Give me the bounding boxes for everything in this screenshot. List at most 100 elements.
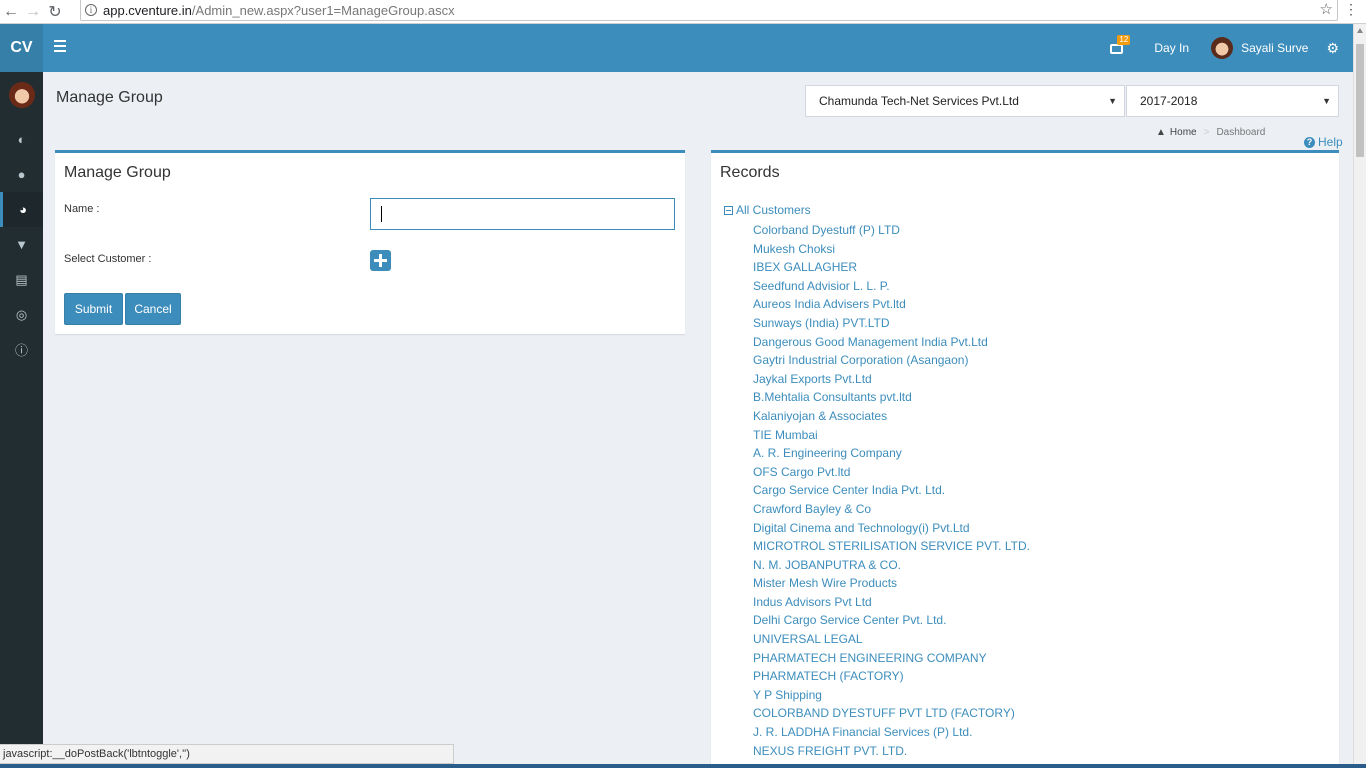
select-customer-label: Select Customer :: [64, 253, 152, 265]
add-customer-plus-icon[interactable]: [370, 250, 391, 271]
breadcrumb-current: Dashboard: [1216, 127, 1266, 138]
app-logo[interactable]: CV: [0, 24, 43, 72]
day-in-link[interactable]: Day In: [1154, 41, 1189, 55]
customer-tree-item[interactable]: UNIVERSAL LEGAL: [753, 630, 1030, 649]
back-icon[interactable]: ←: [0, 2, 22, 22]
customer-tree-list: Colorband Dyestuff (P) LTD Mukesh Choksi I…: [753, 221, 1030, 760]
question-circle-icon: ?: [1304, 136, 1315, 148]
customer-tree-item[interactable]: J. R. LADDHA Financial Services (P) Ltd.: [753, 723, 1030, 742]
tree-root-label: All Customers: [736, 203, 811, 217]
customer-tree-item[interactable]: Aureos India Advisers Pvt.ltd: [753, 295, 1030, 314]
settings-cogs-icon[interactable]: ⚙: [1326, 40, 1339, 57]
customer-tree-item[interactable]: IBEX GALLAGHER: [753, 258, 1030, 277]
site-info-icon[interactable]: i: [85, 4, 97, 16]
customer-tree-item[interactable]: Seedfund Advisior L. L. P.: [753, 277, 1030, 296]
records-title: Records: [720, 164, 780, 181]
browser-menu-icon[interactable]: ⋮: [1344, 1, 1358, 18]
cancel-button[interactable]: Cancel: [125, 293, 181, 325]
text-cursor: [381, 206, 382, 222]
customer-tree-item[interactable]: Cargo Service Center India Pvt. Ltd.: [753, 481, 1030, 500]
customer-tree-item[interactable]: Mukesh Choksi: [753, 240, 1030, 259]
context-selects: Chamunda Tech-Net Services Pvt.Ltd ▼ 201…: [805, 85, 1339, 117]
url-path: /Admin_new.aspx?user1=ManageGroup.ascx: [191, 2, 455, 18]
main-header: CV 12 Day In Sayali Surve ⚙: [0, 24, 1353, 72]
help-link[interactable]: ? Help: [1304, 135, 1343, 149]
forward-icon[interactable]: →: [22, 2, 44, 22]
chevron-down-icon: ▼: [1322, 96, 1331, 106]
customer-tree-item[interactable]: B.Mehtalia Consultants pvt.ltd: [753, 388, 1030, 407]
customer-tree-item[interactable]: N. M. JOBANPUTRA & CO.: [753, 556, 1030, 575]
customer-tree-item[interactable]: MICROTROL STERILISATION SERVICE PVT. LTD…: [753, 537, 1030, 556]
notification-button[interactable]: 12: [1110, 35, 1131, 55]
sidebar-item-payments[interactable]: ▤: [0, 262, 43, 297]
browser-status-bar: javascript:__doPostBack('lbtntoggle',''): [0, 744, 454, 764]
page-scrollbar[interactable]: [1353, 24, 1366, 764]
sidebar-item-reports[interactable]: ◕: [0, 192, 43, 227]
customer-tree-item[interactable]: Dangerous Good Management India Pvt.Ltd: [753, 333, 1030, 352]
company-select-value: Chamunda Tech-Net Services Pvt.Ltd: [819, 94, 1019, 108]
pie-chart-icon: ◕: [19, 202, 27, 217]
sidebar-item-user[interactable]: ●: [0, 157, 43, 192]
customer-tree-item[interactable]: COLORBAND DYESTUFF PVT LTD (FACTORY): [753, 704, 1030, 723]
scrollbar-thumb[interactable]: [1356, 44, 1364, 157]
customer-tree-item[interactable]: Indus Advisors Pvt Ltd: [753, 593, 1030, 612]
customer-tree-item[interactable]: Delhi Cargo Service Center Pvt. Ltd.: [753, 611, 1030, 630]
customer-tree-item[interactable]: Colorband Dyestuff (P) LTD: [753, 221, 1030, 240]
sidebar-item-info[interactable]: ⓘ: [0, 332, 43, 367]
breadcrumb-home[interactable]: Home: [1170, 127, 1197, 138]
user-icon: ●: [17, 167, 26, 182]
customer-tree-item[interactable]: Crawford Bayley & Co: [753, 500, 1030, 519]
customer-tree-item[interactable]: TIE Mumbai: [753, 426, 1030, 445]
customer-tree-item[interactable]: Mister Mesh Wire Products: [753, 574, 1030, 593]
info-icon: ⓘ: [14, 343, 28, 358]
page-title: Manage Group: [56, 89, 163, 106]
name-input[interactable]: [370, 198, 675, 230]
customer-tree-item[interactable]: NEXUS FREIGHT PVT. LTD.: [753, 742, 1030, 761]
sidebar-item-dashboard[interactable]: ◐: [0, 122, 43, 157]
url-host: app.cventure.in: [103, 2, 192, 18]
customer-tree-item[interactable]: PHARMATECH ENGINEERING COMPANY: [753, 649, 1030, 668]
year-select[interactable]: 2017-2018 ▼: [1126, 85, 1339, 117]
user-name[interactable]: Sayali Surve: [1241, 41, 1308, 55]
name-label: Name :: [64, 203, 100, 215]
form-title: Manage Group: [64, 164, 171, 181]
sidebar: ◐ ● ◕ ▼ ▤ ◎ ⓘ: [0, 72, 43, 768]
customer-tree-item[interactable]: Sunways (India) PVT.LTD: [753, 314, 1030, 333]
collapse-minus-icon[interactable]: [724, 205, 733, 215]
records-panel: Records All Customers Colorband Dyestuff…: [711, 150, 1339, 768]
company-select[interactable]: Chamunda Tech-Net Services Pvt.Ltd ▼: [805, 85, 1125, 117]
camera-icon: [1110, 44, 1124, 54]
customer-tree-item[interactable]: OFS Cargo Pvt.ltd: [753, 463, 1030, 482]
year-select-value: 2017-2018: [1140, 94, 1198, 108]
reload-icon[interactable]: ↻: [44, 2, 66, 22]
sidebar-item-cart[interactable]: ▼: [0, 227, 43, 262]
customer-tree-item[interactable]: Gaytri Industrial Corporation (Asangaon): [753, 351, 1030, 370]
bookmark-star-icon[interactable]: ☆: [1320, 0, 1333, 18]
globe-icon: ◎: [15, 306, 28, 322]
notification-badge: 12: [1117, 35, 1131, 45]
sidebar-toggle-icon[interactable]: [54, 40, 66, 52]
customer-tree-item[interactable]: Kalaniyojan & Associates: [753, 407, 1030, 426]
manage-group-form: Manage Group Name : Select Customer : Su…: [55, 150, 685, 334]
customer-tree-item[interactable]: Jaykal Exports Pvt.Ltd: [753, 370, 1030, 389]
chevron-down-icon: ▼: [1108, 96, 1117, 106]
sidebar-avatar: [8, 82, 35, 108]
customer-tree-item[interactable]: Y P Shipping: [753, 686, 1030, 705]
dashboard-icon: ◐: [17, 132, 26, 147]
address-bar[interactable]: i app.cventure.in/Admin_new.aspx?user1=M…: [80, 0, 1338, 21]
breadcrumb-separator: >: [1203, 127, 1210, 138]
scroll-up-icon[interactable]: [1357, 28, 1363, 33]
credit-card-icon: ▤: [15, 271, 28, 287]
submit-button[interactable]: Submit: [64, 293, 123, 325]
customer-tree-item[interactable]: Digital Cinema and Technology(i) Pvt.Ltd: [753, 519, 1030, 538]
os-taskbar: [0, 764, 1366, 768]
help-label: Help: [1318, 135, 1343, 149]
customer-tree-item[interactable]: PHARMATECH (FACTORY): [753, 667, 1030, 686]
tree-root-all-customers[interactable]: All Customers: [724, 203, 811, 217]
sidebar-item-globe[interactable]: ◎: [0, 297, 43, 332]
shopping-cart-icon: ▼: [15, 237, 28, 252]
browser-toolbar: ← → ↻ i app.cventure.in/Admin_new.aspx?u…: [0, 0, 1366, 24]
customer-tree-item[interactable]: A. R. Engineering Company: [753, 444, 1030, 463]
user-avatar[interactable]: [1211, 37, 1234, 59]
breadcrumb: ▲ Home > Dashboard: [1156, 127, 1265, 138]
